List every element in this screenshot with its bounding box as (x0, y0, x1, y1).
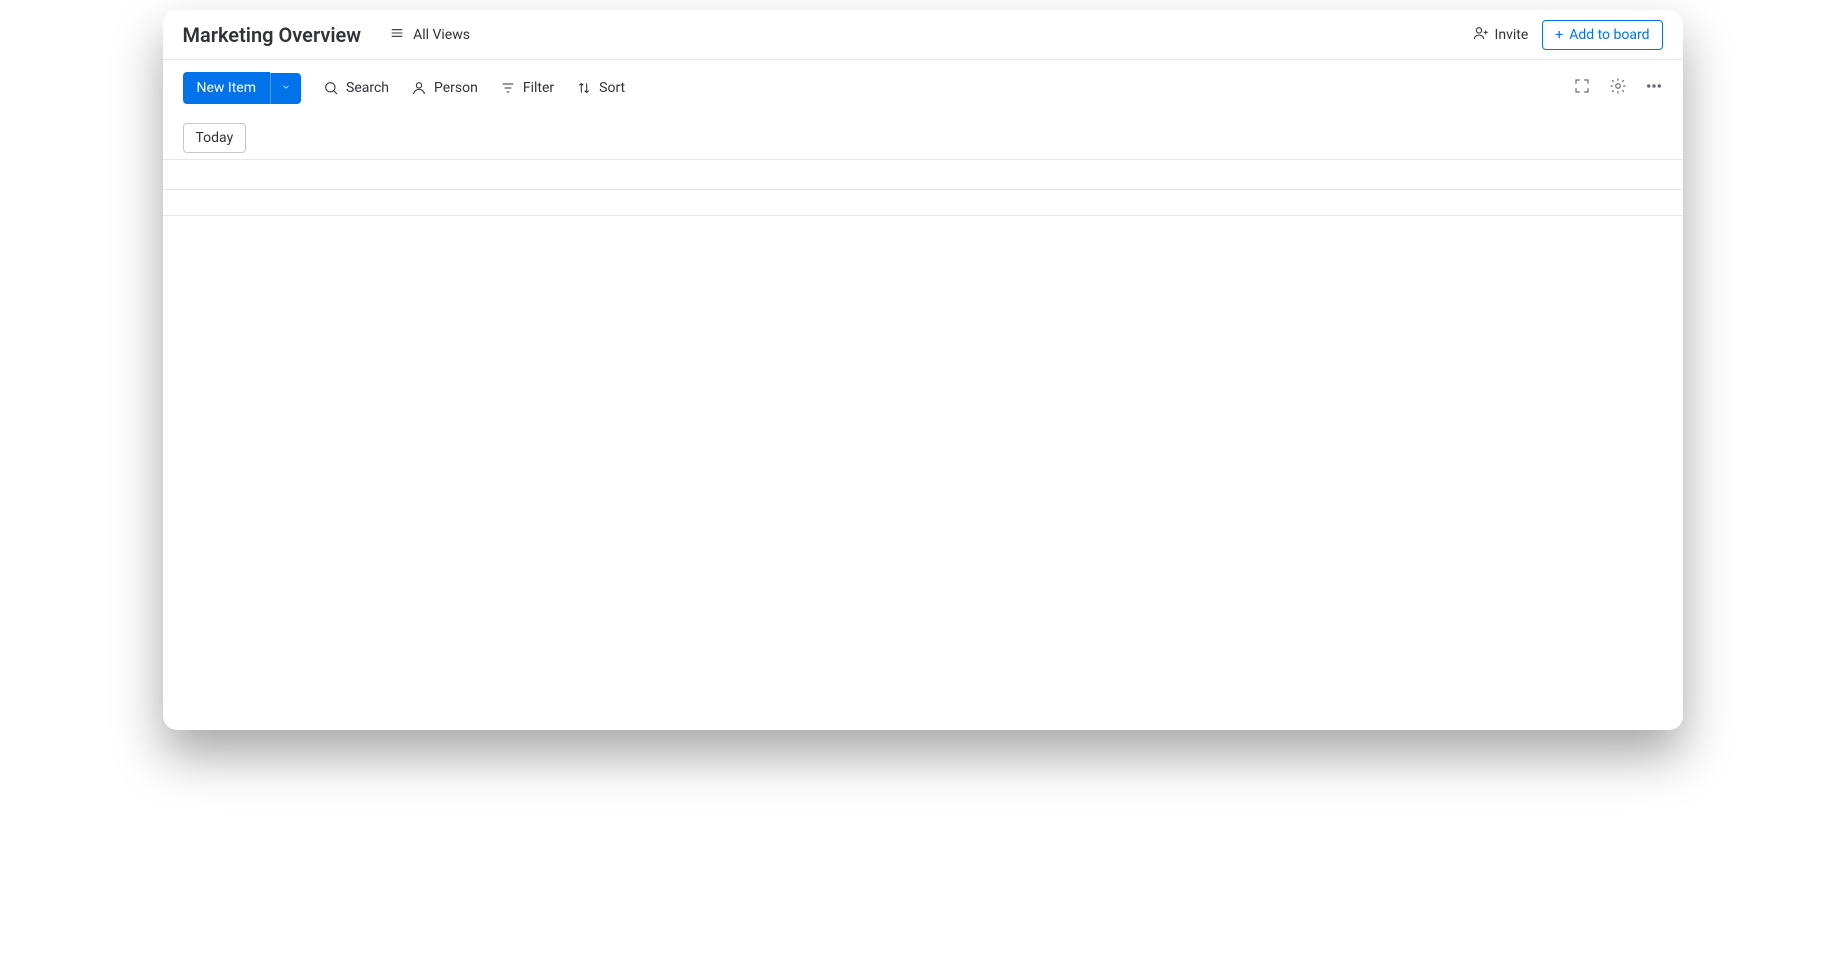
person-label: Person (434, 80, 478, 96)
invite-label: Invite (1495, 27, 1529, 43)
filter-icon (500, 80, 516, 96)
today-button[interactable]: Today (183, 123, 247, 153)
toolbar: New Item Search Person Filter Sort (163, 60, 1683, 116)
person-plus-icon (1473, 25, 1489, 45)
filter-label: Filter (523, 80, 554, 96)
month-header-row (163, 190, 1683, 216)
view-tab-all[interactable]: All Views (383, 11, 476, 59)
timeline-canvas[interactable] (163, 216, 1683, 690)
timeline-area[interactable] (163, 160, 1683, 690)
scale-bar: Today (163, 116, 1683, 160)
menu-icon (389, 25, 405, 45)
search-tool[interactable]: Search (323, 80, 389, 96)
new-item-button[interactable]: New Item (183, 72, 271, 104)
view-tab-label: All Views (413, 27, 470, 43)
filter-tool[interactable]: Filter (500, 80, 554, 96)
top-bar: Marketing Overview All Views Invite + Ad… (163, 10, 1683, 60)
board-title: Marketing Overview (183, 23, 362, 47)
add-to-board-label: Add to board (1569, 27, 1649, 43)
search-icon (323, 80, 339, 96)
year-header-row (163, 160, 1683, 190)
chevron-down-icon (281, 82, 291, 92)
plus-icon: + (1555, 27, 1563, 43)
search-label: Search (346, 80, 389, 96)
person-icon (411, 80, 427, 96)
invite-button[interactable]: Invite (1473, 25, 1529, 45)
add-to-board-button[interactable]: + Add to board (1542, 20, 1662, 50)
app-window: Marketing Overview All Views Invite + Ad… (163, 10, 1683, 730)
new-item-dropdown[interactable] (270, 73, 301, 104)
sort-tool[interactable]: Sort (576, 80, 625, 96)
fullscreen-icon[interactable] (1573, 77, 1591, 99)
gear-icon[interactable] (1609, 77, 1627, 99)
sort-icon (576, 80, 592, 96)
person-tool[interactable]: Person (411, 80, 478, 96)
sort-label: Sort (599, 80, 625, 96)
more-icon[interactable] (1645, 77, 1663, 99)
